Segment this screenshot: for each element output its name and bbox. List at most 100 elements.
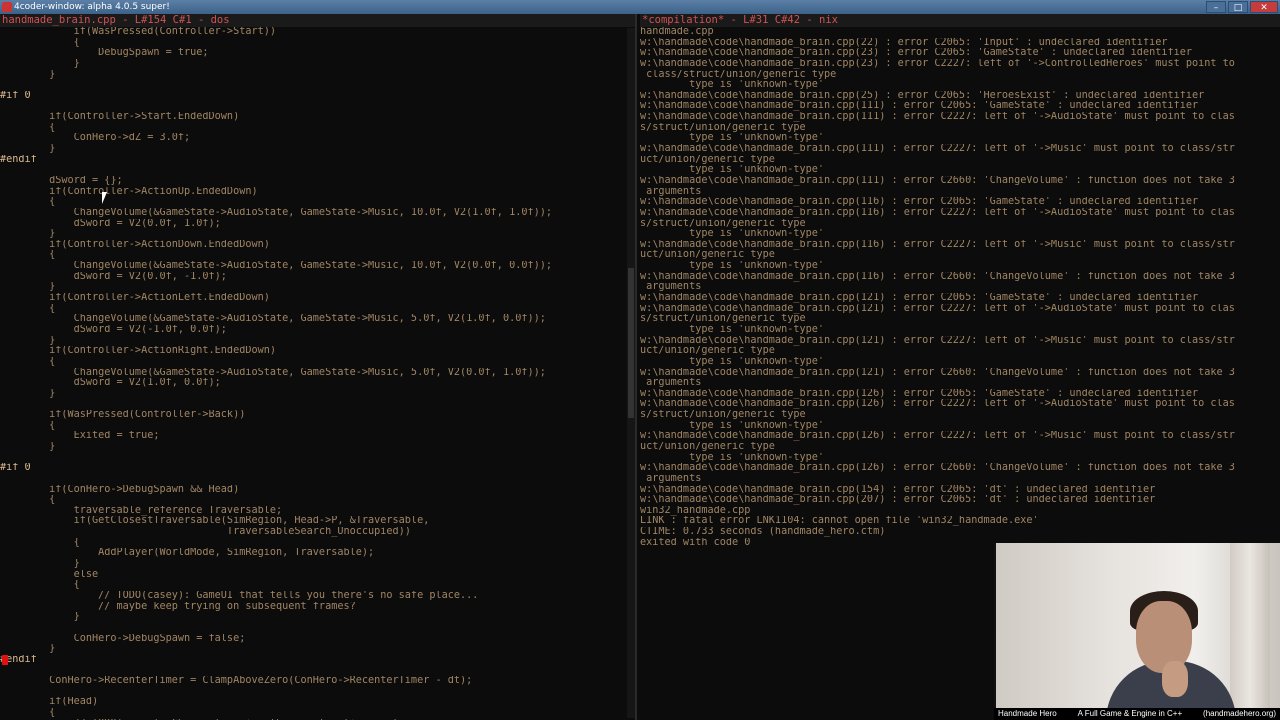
code-line: { [0,197,56,208]
output-line: w:\handmade\code\handmade_brain.cpp(126)… [640,431,1235,442]
code-line: { [0,303,56,314]
compilation-header: *compilation* - L#31 C#42 - nix [640,14,1280,27]
code-editor-panel[interactable]: handmade_brain.cpp - L#154 C#1 - dos if(… [0,14,637,720]
webcam-overlay [994,543,1280,708]
code-line: if(Head) [0,697,99,708]
compilation-output[interactable]: handmade.cpp w:\handmade\code\handmade_br… [640,27,1280,548]
code-line: #if 0 [0,90,31,101]
code-line: } [0,229,56,240]
code-line: ChangeVolume(&GameState->AudioState, Gam… [0,367,546,378]
output-line: w:\handmade\code\handmade_brain.cpp(111)… [640,101,1199,112]
code-line: } [0,612,80,623]
output-line: w:\handmade\code\handmade_brain.cpp(111)… [640,144,1235,155]
minimize-button[interactable]: – [1206,1,1226,13]
output-line: type is 'unknown-type' [640,133,825,144]
output-line: w:\handmade\code\handmade_brain.cpp(126)… [640,388,1199,399]
code-line: traversable_reference Traversable; [0,505,283,516]
code-line: ConHero->RecenterTimer = ClampAboveZero(… [0,676,473,687]
output-line: w:\handmade\code\handmade_brain.cpp(126)… [640,463,1235,474]
output-line: CTIME: 0.733 seconds (handmade_hero.ctm) [640,527,886,538]
output-line: w:\handmade\code\handmade_brain.cpp(25) … [640,90,1205,101]
output-line: type is 'unknown-type' [640,356,825,367]
code-line: if(GetClosestTraversable(SimRegion, Head… [0,516,430,527]
editor-scrollbar[interactable] [627,28,635,718]
code-line: dSword = V2(-1.0f, 0.0f); [0,324,227,335]
close-button[interactable]: ✕ [1250,1,1278,13]
code-line: { [0,250,56,261]
code-line: { [0,708,56,718]
code-line: ChangeVolume(&GameState->AudioState, Gam… [0,207,553,218]
code-view[interactable]: if(WasPressed(Controller->Start)) { Debu… [0,27,635,720]
code-line: #endif [0,654,37,665]
output-line: uct/union/generic type [640,154,775,165]
output-line: type is 'unknown-type' [640,420,825,431]
code-line: AddPlayer(WorldMode, SimRegion, Traversa… [0,548,375,559]
maximize-button[interactable]: □ [1228,1,1248,13]
code-line: { [0,37,80,48]
code-line: ChangeVolume(&GameState->AudioState, Gam… [0,261,553,272]
code-line: } [0,388,56,399]
window-controls: – □ ✕ [1206,1,1278,13]
presenter-hand [1162,661,1188,697]
code-line: #if 0 [0,463,31,474]
output-line: w:\handmade\code\handmade_brain.cpp(126)… [640,399,1235,410]
output-line: type is 'unknown-type' [640,452,825,463]
presenter-head [1136,601,1192,673]
code-line: ConHero->DebugSpawn = false; [0,633,246,644]
output-line: arguments [640,282,702,293]
output-line: w:\handmade\code\handmade_brain.cpp(207)… [640,495,1156,506]
output-line: LINK : fatal error LNK1104: cannot open … [640,516,1039,527]
output-line: arguments [640,473,702,484]
stream-banner: Handmade Hero A Full Game & Engine in C+… [994,708,1280,720]
output-line: uct/union/generic type [640,346,775,357]
code-line: } [0,441,56,452]
banner-tagline: A Full Game & Engine in C++ [1077,709,1183,718]
code-line: ConHero->dZ = 3.0f; [0,133,191,144]
output-line: s/struct/union/generic type [640,122,806,133]
mouse-pointer-icon [102,192,112,204]
code-line: { [0,580,80,591]
output-line: w:\handmade\code\handmade_brain.cpp(116)… [640,207,1235,218]
code-line: } [0,335,56,346]
output-line: arguments [640,186,702,197]
output-line: w:\handmade\code\handmade_brain.cpp(23) … [640,58,1235,69]
code-line: // maybe keep trying on subsequent frame… [0,601,356,612]
code-line: if(Controller->ActionLeft.EndedDown) [0,293,270,304]
code-line: if(WasPressed(Controller->Back)) [0,410,246,421]
output-line: handmade.cpp [640,27,714,37]
code-line: dSword = V2(1.0f, 0.0f); [0,378,221,389]
output-line: w:\handmade\code\handmade_brain.cpp(23) … [640,48,1193,59]
code-line: dSword = V2(0.0f, -1.0f); [0,271,227,282]
output-line: win32_handmade.cpp [640,505,751,516]
code-line: } [0,58,80,69]
output-line: arguments [640,378,702,389]
code-line: { [0,122,56,133]
code-line: TraversableSearch_Unoccupied)) [0,527,411,538]
output-line: w:\handmade\code\handmade_brain.cpp(111)… [640,112,1235,123]
code-line: ChangeVolume(&GameState->AudioState, Gam… [0,314,546,325]
output-line: w:\handmade\code\handmade_brain.cpp(22) … [640,37,1168,48]
output-line: w:\handmade\code\handmade_brain.cpp(116)… [640,271,1235,282]
code-line: DebugSpawn = true; [0,48,209,59]
output-line: w:\handmade\code\handmade_brain.cpp(111)… [640,175,1235,186]
output-line: w:\handmade\code\handmade_brain.cpp(116)… [640,239,1235,250]
output-line: w:\handmade\code\handmade_brain.cpp(121)… [640,367,1235,378]
code-line: } [0,144,56,155]
code-line: } [0,69,56,80]
code-line: { [0,537,80,548]
code-line: } [0,644,56,655]
output-line: w:\handmade\code\handmade_brain.cpp(121)… [640,293,1199,304]
output-line: s/struct/union/generic type [640,218,806,229]
output-line: uct/union/generic type [640,441,775,452]
webcam-curtain [1230,543,1270,708]
output-line: w:\handmade\code\handmade_brain.cpp(121)… [640,303,1235,314]
scrollbar-thumb[interactable] [628,268,634,418]
output-line: type is 'unknown-type' [640,261,825,272]
